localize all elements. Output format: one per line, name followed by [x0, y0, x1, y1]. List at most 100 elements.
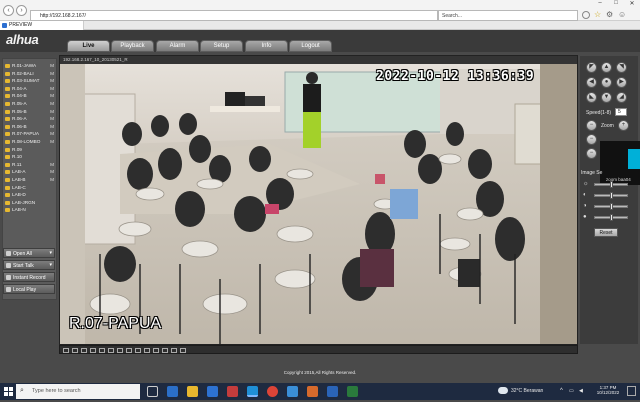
tab-logout[interactable]: Logout	[289, 40, 332, 52]
speed-select[interactable]: 5	[615, 108, 627, 116]
clock[interactable]: 1:37 PM 10/12/2022	[593, 385, 623, 395]
notifications-icon[interactable]	[627, 386, 636, 396]
file-explorer-icon[interactable]	[187, 386, 198, 397]
slider-knob[interactable]	[610, 214, 613, 221]
fullscreen-icon[interactable]	[90, 348, 96, 353]
channel-item[interactable]: R.06-A M	[3, 115, 56, 123]
browser-search-input[interactable]: Search...	[438, 10, 578, 21]
address-bar[interactable]: http://192.168.2.167/	[30, 10, 438, 21]
layout-1-icon[interactable]	[63, 348, 69, 353]
settings-gear-icon[interactable]: ⚙	[606, 11, 614, 19]
slider-knob[interactable]	[610, 181, 613, 188]
focus-out-icon[interactable]: −	[586, 134, 597, 145]
zoom-out-icon[interactable]: −	[586, 120, 597, 131]
ptz-left-icon[interactable]: ◀	[586, 77, 597, 88]
layout-9-icon[interactable]	[81, 348, 87, 353]
channel-item[interactable]: LAB-B M	[3, 176, 56, 184]
browser-tab-preview[interactable]: PREVIEW	[0, 21, 84, 30]
ptz-up-icon[interactable]: ▲	[601, 62, 612, 73]
channel-stream-flag[interactable]: M	[50, 176, 54, 184]
channel-stream-flag[interactable]: M	[50, 138, 54, 146]
layout-8-icon[interactable]	[99, 348, 105, 353]
weather-text[interactable]: 32°C Berawan	[511, 388, 543, 394]
layout-4-icon[interactable]	[72, 348, 78, 353]
start-talk-button[interactable]: Start Talk ▾	[3, 260, 55, 270]
minimize-icon[interactable]: –	[592, 0, 608, 8]
ptz-up-right-icon[interactable]: ◥	[616, 62, 627, 73]
close-video-icon[interactable]	[180, 348, 186, 353]
channel-item[interactable]: R.08-LOMBO M	[3, 138, 56, 146]
home-icon[interactable]	[582, 11, 590, 19]
channel-stream-flag[interactable]: M	[50, 62, 54, 70]
windows-start-icon[interactable]	[0, 383, 16, 400]
channel-item[interactable]: R.09	[3, 146, 56, 154]
store-icon[interactable]	[227, 386, 238, 397]
back-icon[interactable]: ‹	[3, 5, 14, 16]
iris-close-icon[interactable]: −	[586, 148, 597, 159]
channel-stream-flag[interactable]: M	[50, 108, 54, 116]
ptz-center-icon[interactable]: ●	[601, 77, 612, 88]
tab-live[interactable]: Live	[67, 40, 110, 52]
channel-item[interactable]: R.02-BALI M	[3, 70, 56, 78]
channel-item[interactable]: R.01-JAWA M	[3, 62, 56, 70]
channel-stream-flag[interactable]: M	[50, 92, 54, 100]
channel-item[interactable]: R.11 M	[3, 161, 56, 169]
app-icon-2[interactable]	[307, 386, 318, 397]
channel-item[interactable]: R.05-A M	[3, 100, 56, 108]
tab-info[interactable]: Info	[245, 40, 288, 52]
layout-25-icon[interactable]	[117, 348, 123, 353]
snapshot-icon[interactable]	[135, 348, 141, 353]
network-icon[interactable]: ▭	[569, 388, 574, 394]
channel-stream-flag[interactable]: M	[50, 123, 54, 131]
layout-16-icon[interactable]	[108, 348, 114, 353]
mail-icon[interactable]	[207, 386, 218, 397]
channel-item[interactable]: R.03-SUMAT M	[3, 77, 56, 85]
channel-stream-flag[interactable]: M	[50, 100, 54, 108]
ptz-down-right-icon[interactable]: ◢	[616, 92, 627, 103]
contrast-slider[interactable]	[594, 192, 628, 199]
channel-item[interactable]: R.04-B M	[3, 92, 56, 100]
task-view-icon[interactable]	[147, 386, 158, 397]
channel-item[interactable]: R.07-PAPUA M	[3, 130, 56, 138]
maximize-icon[interactable]: □	[608, 0, 624, 8]
reset-button[interactable]: Reset	[594, 228, 618, 237]
app-icon[interactable]	[287, 386, 298, 397]
channel-item[interactable]: R.10	[3, 153, 56, 161]
favorites-icon[interactable]: ☆	[594, 11, 602, 19]
chrome-icon[interactable]	[267, 386, 278, 397]
smiley-icon[interactable]: ☺	[618, 11, 626, 19]
channel-stream-flag[interactable]: M	[50, 115, 54, 123]
volume-icon[interactable]: ◀	[579, 388, 583, 394]
ptz-down-icon[interactable]: ▼	[601, 92, 612, 103]
slider-knob[interactable]	[610, 203, 613, 210]
channel-item[interactable]: LAB-C	[3, 184, 56, 192]
channel-item[interactable]: LAB-JRGN	[3, 199, 56, 207]
ptz-up-left-icon[interactable]: ◤	[586, 62, 597, 73]
channel-item[interactable]: LAB-A M	[3, 168, 56, 176]
close-icon[interactable]: ✕	[624, 0, 640, 8]
saturation-slider[interactable]	[594, 203, 628, 210]
internet-explorer-icon[interactable]	[247, 386, 258, 397]
channel-stream-flag[interactable]: M	[50, 77, 54, 85]
layout-36-icon[interactable]	[126, 348, 132, 353]
channel-stream-flag[interactable]: M	[50, 70, 54, 78]
tab-alarm[interactable]: Alarm	[156, 40, 199, 52]
channel-item[interactable]: R.04-A M	[3, 85, 56, 93]
tray-arrow-icon[interactable]: ^	[560, 388, 563, 394]
local-play-button[interactable]: Local Play	[3, 284, 55, 294]
slider-knob[interactable]	[610, 192, 613, 199]
ptz-down-left-icon[interactable]: ◣	[586, 92, 597, 103]
record-clip-icon[interactable]	[144, 348, 150, 353]
tab-setup[interactable]: Setup	[200, 40, 243, 52]
taskbar-search-input[interactable]: ⌕ Type here to search	[16, 384, 140, 399]
channel-item[interactable]: LAB-N	[3, 206, 56, 214]
video-viewport[interactable]: 192.168.2.167_10_20130521_R 2022-10-12 1…	[59, 55, 578, 345]
audio-icon[interactable]	[153, 348, 159, 353]
open-all-button[interactable]: Open All ▾	[3, 248, 55, 258]
weather-icon[interactable]	[498, 387, 508, 394]
brightness-slider[interactable]	[594, 181, 628, 188]
app-icon-4[interactable]	[347, 386, 358, 397]
zoom-digital-icon[interactable]	[162, 348, 168, 353]
tab-playback[interactable]: Playback	[111, 40, 154, 52]
ptz-right-icon[interactable]: ▶	[616, 77, 627, 88]
